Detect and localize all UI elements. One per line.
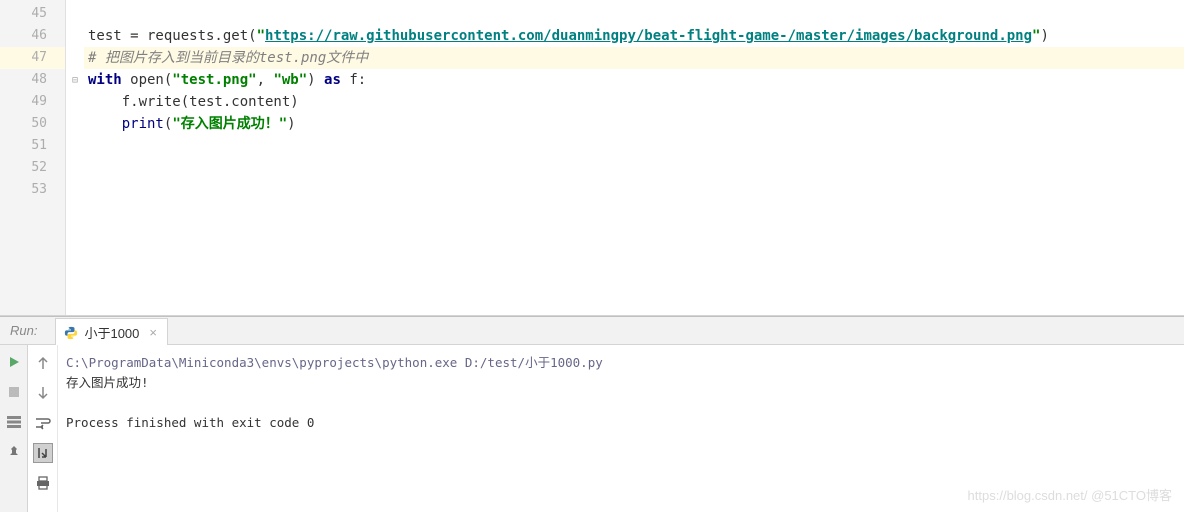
code-line[interactable]: f.write(test.content) [84, 91, 1184, 113]
run-toolbar-secondary [28, 345, 58, 512]
fold-mark [66, 179, 84, 201]
rerun-button[interactable] [5, 353, 23, 371]
code-editor[interactable]: 454647484950515253 ⊟ test = requests.get… [0, 0, 1184, 316]
run-label: Run: [10, 323, 37, 338]
fold-mark[interactable]: ⊟ [66, 69, 84, 91]
layout-button[interactable] [5, 413, 23, 431]
print-icon[interactable] [33, 473, 53, 493]
up-arrow-icon[interactable] [33, 353, 53, 373]
run-tab-label: 小于1000 [84, 323, 139, 342]
code-line[interactable] [84, 157, 1184, 179]
line-number: 47 [0, 47, 65, 69]
python-icon [64, 326, 78, 340]
console-exit: Process finished with exit code 0 [66, 413, 1184, 433]
code-line[interactable] [84, 3, 1184, 25]
code-area[interactable]: test = requests.get("https://raw.githubu… [84, 0, 1184, 315]
fold-mark [66, 157, 84, 179]
code-line[interactable]: with open("test.png", "wb") as f: [84, 69, 1184, 91]
run-panel: Run: 小于1000 × [0, 316, 1184, 512]
line-number: 45 [0, 3, 65, 25]
fold-mark [66, 3, 84, 25]
close-icon[interactable]: × [149, 325, 157, 340]
console-output[interactable]: C:\ProgramData\Miniconda3\envs\pyproject… [58, 345, 1184, 512]
code-line[interactable]: print("存入图片成功！") [84, 113, 1184, 135]
line-number: 50 [0, 113, 65, 135]
fold-mark [66, 135, 84, 157]
line-gutter: 454647484950515253 [0, 0, 66, 315]
line-number: 49 [0, 91, 65, 113]
down-arrow-icon[interactable] [33, 383, 53, 403]
code-line[interactable]: test = requests.get("https://raw.githubu… [84, 25, 1184, 47]
console-command: C:\ProgramData\Miniconda3\envs\pyproject… [66, 353, 1184, 373]
line-number: 46 [0, 25, 65, 47]
stop-button[interactable] [5, 383, 23, 401]
run-toolbar-primary [0, 345, 28, 512]
pin-button[interactable] [5, 443, 23, 461]
fold-mark [66, 25, 84, 47]
line-number: 53 [0, 179, 65, 201]
line-number: 52 [0, 157, 65, 179]
soft-wrap-icon[interactable] [33, 413, 53, 433]
run-body: C:\ProgramData\Miniconda3\envs\pyproject… [0, 345, 1184, 512]
fold-gutter: ⊟ [66, 0, 84, 315]
scroll-to-end-icon[interactable] [33, 443, 53, 463]
fold-mark [66, 113, 84, 135]
fold-mark [66, 47, 84, 69]
code-line[interactable] [84, 179, 1184, 201]
run-header: Run: 小于1000 × [0, 317, 1184, 345]
code-line[interactable]: # 把图片存入到当前目录的test.png文件中 [84, 47, 1184, 69]
line-number: 51 [0, 135, 65, 157]
run-tab[interactable]: 小于1000 × [55, 318, 168, 345]
fold-mark [66, 91, 84, 113]
code-line[interactable] [84, 135, 1184, 157]
console-stdout: 存入图片成功! [66, 373, 1184, 393]
line-number: 48 [0, 69, 65, 91]
